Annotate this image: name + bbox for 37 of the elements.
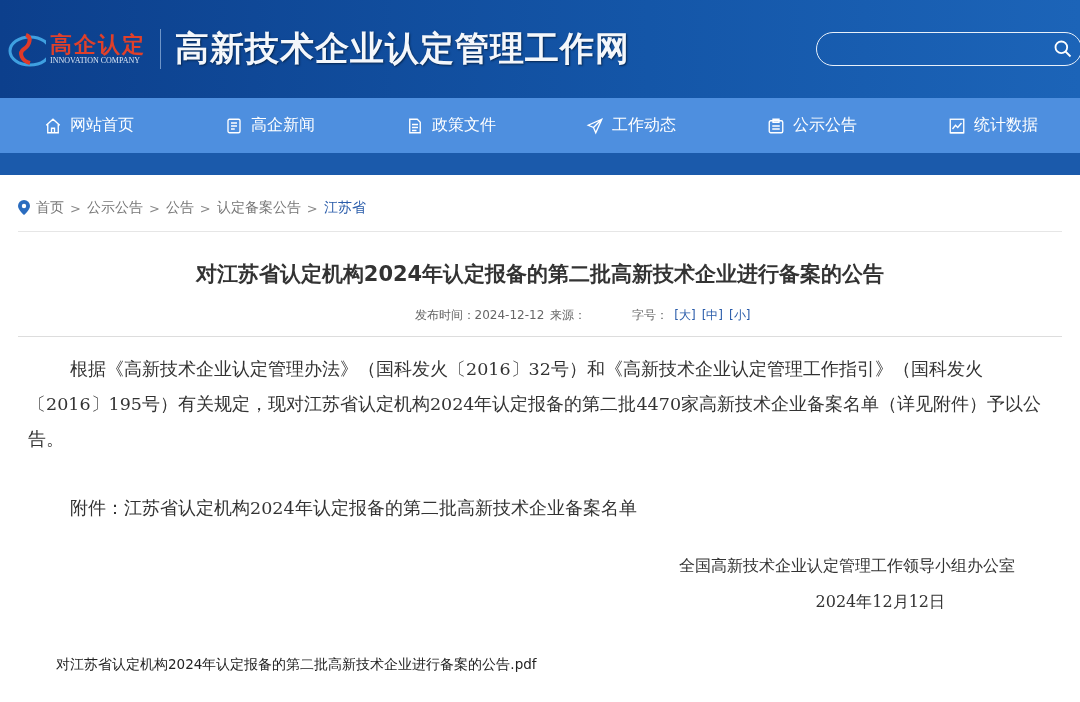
logo-text: 高企认定: [50, 32, 146, 56]
breadcrumb-link[interactable]: 公告: [165, 199, 194, 217]
home-icon: [44, 116, 62, 135]
article-title: 对江苏省认定机构2024年认定报备的第二批高新技术企业进行备案的公告: [194, 261, 886, 288]
signature-line: 全国高新技术企业认定管理工作领导小组办公室: [679, 555, 1015, 577]
font-size-label: 字号：: [632, 307, 669, 324]
location-pin-icon: [18, 200, 30, 216]
breadcrumb-separator: >: [306, 200, 318, 216]
search-icon[interactable]: [1053, 39, 1073, 59]
breadcrumb-link[interactable]: 江苏省: [323, 199, 366, 217]
nav-item[interactable]: 统计数据: [948, 115, 1038, 136]
breadcrumb-link[interactable]: 公示公告: [86, 199, 143, 217]
signature-line: 2024年12月12日: [815, 591, 945, 613]
document-icon: [224, 116, 243, 135]
nav-item[interactable]: 公示公告: [767, 115, 858, 136]
attachment-link[interactable]: 对江苏省认定机构2024年认定报备的第二批高新技术企业进行备案的公告.pdf: [56, 656, 1080, 674]
paper-plane-icon: [586, 116, 605, 135]
font-size-link[interactable]: [小]: [729, 307, 751, 324]
font-size-link[interactable]: [中]: [701, 307, 724, 324]
breadcrumb-link[interactable]: 首页: [36, 199, 64, 217]
breadcrumb-separator: >: [148, 200, 160, 216]
breadcrumb-separator: >: [199, 200, 211, 216]
breadcrumb-link[interactable]: 认定备案公告: [216, 199, 301, 217]
source-label: 来源：: [550, 307, 587, 324]
site-title: 高新技术企业认定管理工作网: [175, 27, 630, 70]
nav-item[interactable]: 政策文件: [405, 115, 496, 136]
chart-icon: [948, 116, 966, 135]
nav-item[interactable]: 高企新闻: [224, 115, 315, 136]
logo-subtext: INNOVATION COMPANY: [50, 56, 141, 66]
clipboard-icon: [767, 116, 786, 135]
font-size-link[interactable]: [大]: [674, 307, 696, 324]
nav-item[interactable]: 工作动态: [586, 115, 677, 136]
nav-item[interactable]: 网站首页: [44, 115, 134, 136]
article-paragraph: 根据《高新技术企业认定管理办法》（国科发火〔2016〕32号）和《高新技术企业认定管理工作指引》（国科发火〔2016〕195号）有关规定，现对江苏省认定机构2024年认定报备的第二批4470家高新技术企业备案名单（详见附件）予以公告。: [27, 358, 1042, 451]
publish-date: 发布时间：2024-12-12: [414, 307, 545, 324]
article-paragraph: 附件：江苏省认定机构2024年认定报备的第二批高新技术企业备案名单: [69, 497, 638, 520]
breadcrumb-separator: >: [70, 200, 81, 216]
